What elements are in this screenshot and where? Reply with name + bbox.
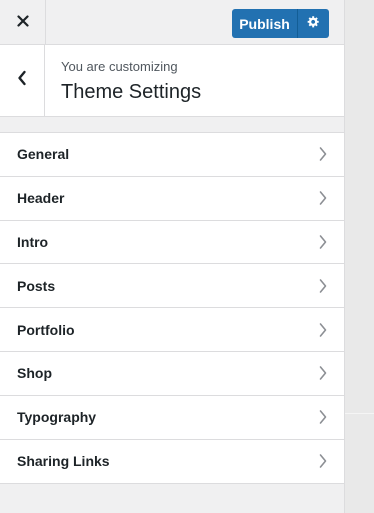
customizer-header: Publish xyxy=(0,0,344,45)
chevron-right-icon xyxy=(318,322,328,338)
menu-item-label: Shop xyxy=(17,365,52,382)
menu-item-label: Portfolio xyxy=(17,321,75,338)
chevron-right-icon xyxy=(318,190,328,206)
menu-item-general[interactable]: General xyxy=(0,133,344,177)
panel-title: Theme Settings xyxy=(61,81,202,103)
menu-item-label: Header xyxy=(17,190,65,207)
customizer-info: You are customizing Theme Settings xyxy=(0,45,344,117)
chevron-right-icon xyxy=(318,278,328,294)
chevron-right-icon xyxy=(318,146,328,162)
chevron-right-icon xyxy=(318,234,328,250)
chevron-right-icon xyxy=(318,365,328,381)
chevron-left-icon xyxy=(17,70,27,91)
settings-menu: General Header Intro Posts Portfolio Sho… xyxy=(0,132,344,485)
menu-item-label: Typography xyxy=(17,409,97,426)
chevron-right-icon xyxy=(318,409,328,425)
preview-area xyxy=(345,0,374,513)
menu-item-typography[interactable]: Typography xyxy=(0,395,344,440)
publish-group: Publish xyxy=(232,9,329,38)
close-icon xyxy=(16,14,29,32)
menu-item-label: Intro xyxy=(17,233,49,250)
menu-item-sharing-links[interactable]: Sharing Links xyxy=(0,439,344,484)
menu-item-label: General xyxy=(17,146,70,163)
menu-item-label: Posts xyxy=(17,277,56,294)
gear-icon xyxy=(307,15,320,33)
publish-button[interactable]: Publish xyxy=(232,9,298,38)
preview-divider xyxy=(345,413,374,414)
menu-item-posts[interactable]: Posts xyxy=(0,264,344,309)
customizing-subtitle: You are customizing xyxy=(61,59,178,74)
chevron-right-icon xyxy=(318,453,328,469)
menu-item-header[interactable]: Header xyxy=(0,176,344,221)
menu-item-intro[interactable]: Intro xyxy=(0,220,344,265)
menu-item-portfolio[interactable]: Portfolio xyxy=(0,308,344,352)
publish-settings-button[interactable] xyxy=(298,9,329,38)
back-button[interactable] xyxy=(0,45,45,116)
close-button[interactable] xyxy=(0,0,46,45)
menu-item-shop[interactable]: Shop xyxy=(0,351,344,396)
menu-item-label: Sharing Links xyxy=(17,453,110,470)
